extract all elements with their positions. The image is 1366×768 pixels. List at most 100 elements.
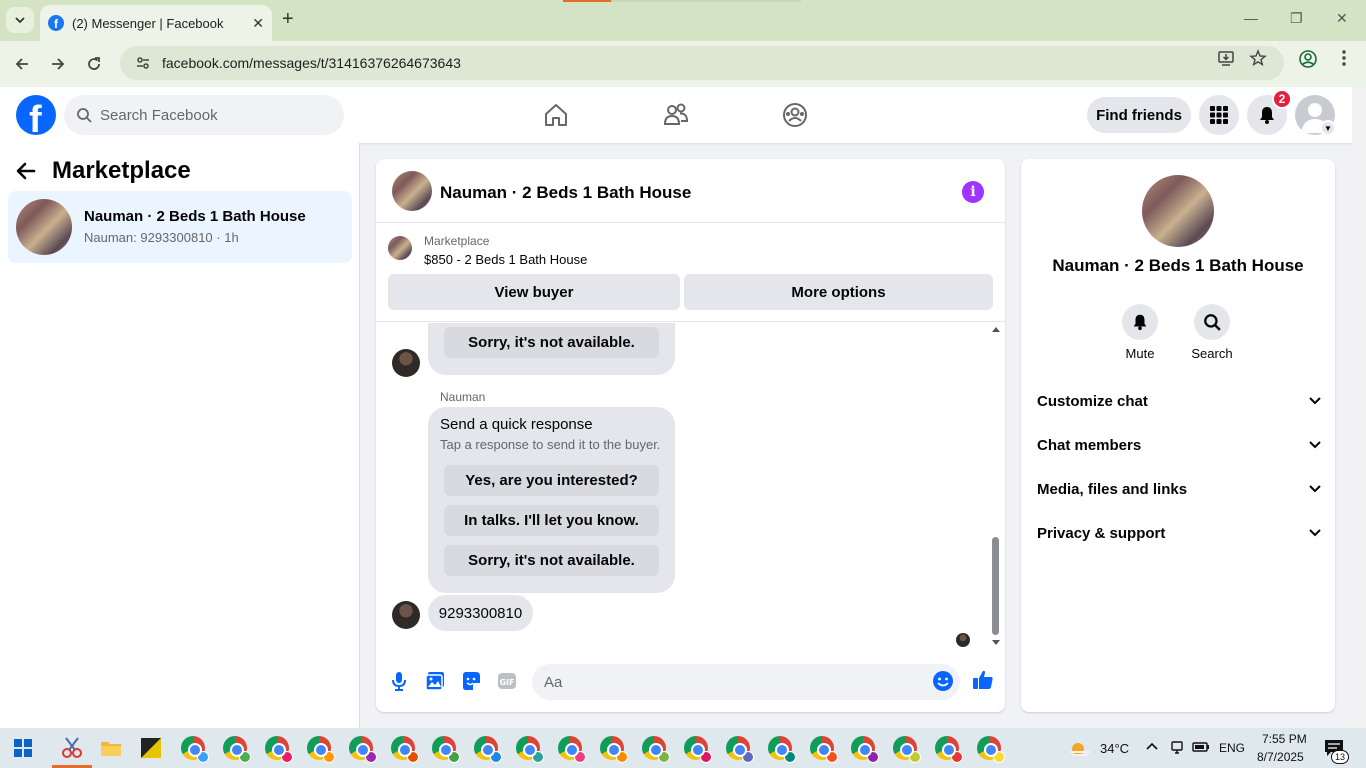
weather-temperature[interactable]: 34°C xyxy=(1100,741,1129,756)
chrome-taskbar-icon[interactable] xyxy=(851,736,879,763)
page-load-indicator xyxy=(563,0,611,2)
friends-nav-icon[interactable] xyxy=(662,101,690,129)
groups-nav-icon[interactable] xyxy=(781,101,809,129)
tab-search-button[interactable] xyxy=(6,7,34,33)
close-tab-icon[interactable]: ✕ xyxy=(252,15,264,32)
weather-icon[interactable] xyxy=(1068,739,1092,764)
thumbs-up-icon[interactable] xyxy=(972,669,994,691)
chrome-taskbar-icon[interactable] xyxy=(600,736,628,763)
emoji-icon[interactable] xyxy=(932,670,954,692)
microphone-icon[interactable] xyxy=(388,670,410,692)
buyer-avatar[interactable] xyxy=(392,601,420,629)
chrome-taskbar-icon[interactable] xyxy=(516,736,544,763)
chrome-taskbar-icon[interactable] xyxy=(935,736,963,763)
show-hidden-icons-icon[interactable] xyxy=(1145,739,1159,756)
find-friends-button[interactable]: Find friends xyxy=(1087,97,1191,133)
listing-marketplace-label: Marketplace xyxy=(424,234,490,248)
chrome-icon xyxy=(307,736,335,763)
profile-badge-icon xyxy=(532,751,544,763)
account-chevron-down-icon[interactable]: ▼ xyxy=(1320,120,1336,136)
network-icon[interactable] xyxy=(1169,739,1185,758)
chrome-taskbar-icon[interactable] xyxy=(810,736,838,763)
back-arrow-icon[interactable] xyxy=(16,162,36,180)
sticky-notes-icon[interactable] xyxy=(139,736,163,760)
chrome-profile-icon[interactable] xyxy=(1298,49,1318,74)
chrome-taskbar-icon[interactable] xyxy=(977,736,1005,763)
chrome-taskbar-icon[interactable] xyxy=(307,736,335,763)
chrome-taskbar-icon[interactable] xyxy=(893,736,921,763)
chat-listing-thumbnail[interactable] xyxy=(392,171,432,211)
file-explorer-icon[interactable] xyxy=(99,736,123,760)
chrome-taskbar-icon[interactable] xyxy=(391,736,419,763)
view-buyer-button[interactable]: View buyer xyxy=(388,274,680,310)
forward-button[interactable] xyxy=(45,51,71,77)
chat-scrollbar-thumb[interactable] xyxy=(992,537,999,635)
buyer-avatar[interactable] xyxy=(392,349,420,377)
clock-date[interactable]: 8/7/2025 xyxy=(1257,750,1304,764)
info-listing-thumbnail[interactable] xyxy=(1142,175,1214,247)
search-in-conversation-action[interactable]: Search xyxy=(1182,304,1242,361)
back-button[interactable] xyxy=(9,51,35,77)
bookmark-star-icon[interactable] xyxy=(1249,49,1267,72)
gif-icon[interactable]: GIF xyxy=(496,670,518,692)
mute-action[interactable]: Mute xyxy=(1110,304,1170,361)
facebook-search-input[interactable]: Search Facebook xyxy=(64,95,344,135)
chrome-taskbar-icon[interactable] xyxy=(181,736,209,763)
quick-response-option[interactable]: Sorry, it's not available. xyxy=(444,327,659,358)
restore-window-button[interactable]: ❐ xyxy=(1290,10,1303,27)
chrome-icon xyxy=(684,736,712,763)
chrome-taskbar-icon[interactable] xyxy=(223,736,251,763)
input-language[interactable]: ENG xyxy=(1219,741,1245,755)
clock-time[interactable]: 7:55 PM xyxy=(1262,732,1307,746)
chrome-taskbar-icon[interactable] xyxy=(768,736,796,763)
profile-badge-icon xyxy=(574,751,586,763)
quick-response-option[interactable]: Yes, are you interested? xyxy=(444,465,659,496)
privacy-support-section[interactable]: Privacy & support xyxy=(1037,515,1321,551)
photo-gallery-icon[interactable] xyxy=(424,670,446,692)
battery-icon[interactable] xyxy=(1192,740,1210,757)
quick-response-option[interactable]: In talks. I'll let you know. xyxy=(444,505,659,536)
chrome-taskbar-icon[interactable] xyxy=(474,736,502,763)
sticker-icon[interactable] xyxy=(460,670,482,692)
chrome-taskbar-icon[interactable] xyxy=(684,736,712,763)
conversation-item-selected[interactable]: Nauman · 2 Beds 1 Bath House Nauman: 929… xyxy=(8,191,352,263)
chat-title[interactable]: Nauman · 2 Beds 1 Bath House xyxy=(440,183,691,203)
listing-price[interactable]: $850 - 2 Beds 1 Bath House xyxy=(424,252,587,267)
site-info-icon[interactable] xyxy=(134,54,152,72)
close-window-button[interactable]: ✕ xyxy=(1336,10,1348,27)
chrome-taskbar-icon[interactable] xyxy=(432,736,460,763)
scroll-up-arrow-icon[interactable] xyxy=(991,325,1001,333)
menu-grid-button[interactable] xyxy=(1199,95,1239,135)
profile-badge-icon xyxy=(826,751,838,763)
profile-badge-icon xyxy=(700,751,712,763)
address-bar[interactable]: facebook.com/messages/t/3141637626467364… xyxy=(120,46,1284,80)
reload-button[interactable] xyxy=(81,51,107,77)
more-options-button[interactable]: More options xyxy=(684,274,993,310)
media-files-links-section[interactable]: Media, files and links xyxy=(1037,471,1321,507)
page-scrollbar[interactable] xyxy=(1352,87,1366,728)
scroll-down-arrow-icon[interactable] xyxy=(991,639,1001,647)
chat-members-section[interactable]: Chat members xyxy=(1037,427,1321,463)
snipping-tool-icon[interactable] xyxy=(60,736,84,760)
quick-response-option[interactable]: Sorry, it's not available. xyxy=(444,545,659,576)
chrome-taskbar-icon[interactable] xyxy=(642,736,670,763)
chrome-taskbar-icon[interactable] xyxy=(265,736,293,763)
facebook-header: f Search Facebook Find friends xyxy=(0,87,1352,143)
profile-badge-icon xyxy=(490,751,502,763)
quick-response-subtitle: Tap a response to send it to the buyer. xyxy=(440,437,661,452)
home-nav-icon[interactable] xyxy=(542,101,570,129)
mute-label: Mute xyxy=(1125,346,1155,361)
customize-chat-section[interactable]: Customize chat xyxy=(1037,383,1321,419)
windows-start-icon[interactable] xyxy=(14,739,38,763)
chrome-taskbar-icon[interactable] xyxy=(726,736,754,763)
facebook-logo-icon[interactable]: f xyxy=(16,95,56,135)
chrome-taskbar-icon[interactable] xyxy=(558,736,586,763)
chrome-taskbar-icon[interactable] xyxy=(349,736,377,763)
new-tab-button[interactable]: + xyxy=(282,8,294,31)
chrome-menu-icon[interactable] xyxy=(1338,49,1350,72)
browser-tab-messenger[interactable]: f (2) Messenger | Facebook ✕ xyxy=(40,5,272,41)
message-input[interactable]: Aa xyxy=(532,664,960,700)
minimize-window-button[interactable]: — xyxy=(1244,10,1258,26)
conversation-info-icon[interactable]: i xyxy=(962,181,984,203)
install-app-icon[interactable] xyxy=(1217,49,1235,72)
